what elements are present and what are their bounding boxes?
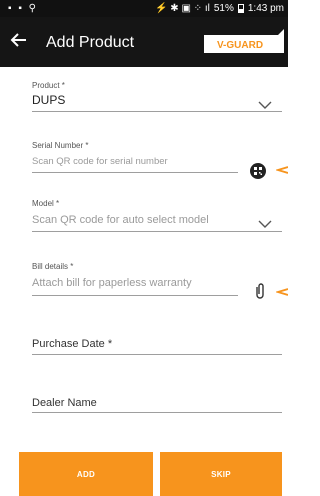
paperclip-icon[interactable]	[254, 283, 270, 299]
dealer-name-underline	[32, 412, 282, 413]
chevron-down-icon[interactable]	[258, 97, 272, 109]
purchase-date-label: Purchase Date *	[32, 338, 113, 350]
action-bar: ADD SKIP	[0, 447, 288, 496]
back-arrow-icon[interactable]	[10, 31, 30, 51]
battery-percent: 51%	[213, 3, 234, 14]
status-time: 1:43 pm	[247, 3, 284, 14]
page-title: Add Product	[46, 34, 135, 51]
purchase-date-field[interactable]: Purchase Date *	[32, 338, 282, 355]
serial-number-input[interactable]: Scan QR code for serial number	[32, 156, 282, 167]
product-field[interactable]: Product * DUPS	[32, 81, 282, 112]
bill-details-field[interactable]: Bill details * Attach bill for paperless…	[32, 262, 282, 297]
product-value: DUPS	[32, 93, 66, 107]
status-indicators: ⚡ ✱ ▣ ⁘ ıl 51% 1:43 pm	[155, 3, 284, 14]
chevron-down-icon[interactable]	[258, 216, 272, 228]
qr-code-icon[interactable]	[250, 163, 266, 179]
model-input[interactable]: Scan QR code for auto select model	[32, 214, 282, 226]
app-bar: Add Product V-GUARD	[0, 17, 288, 67]
purchase-date-underline	[32, 354, 282, 355]
pointer-arrow-icon	[274, 161, 289, 174]
model-field[interactable]: Model * Scan QR code for auto select mod…	[32, 199, 282, 232]
dealer-name-label: Dealer Name	[32, 397, 97, 409]
serial-number-field[interactable]: Serial Number * Scan QR code for serial …	[32, 141, 282, 173]
skip-button[interactable]: SKIP	[160, 452, 282, 496]
dealer-name-field[interactable]: Dealer Name	[32, 397, 282, 413]
add-button[interactable]: ADD	[19, 452, 153, 496]
bill-details-input[interactable]: Attach bill for paperless warranty	[32, 277, 282, 289]
product-label: Product *	[32, 81, 65, 90]
bill-details-underline	[32, 295, 238, 296]
serial-number-label: Serial Number *	[32, 141, 89, 150]
notification-icons: ▪ ▪ ⚲	[8, 3, 38, 14]
model-underline	[32, 231, 282, 232]
model-label: Model *	[32, 199, 60, 208]
svg-text:V-GUARD: V-GUARD	[217, 40, 263, 51]
product-underline	[32, 111, 282, 112]
add-product-form: Product * DUPS Serial Number * Scan QR c…	[0, 67, 289, 447]
signal-icons: ⚡ ✱ ▣ ⁘ ıl	[155, 3, 210, 14]
battery-icon	[237, 4, 244, 13]
status-bar: ▪ ▪ ⚲ ⚡ ✱ ▣ ⁘ ıl 51% 1:43 pm	[0, 0, 288, 17]
brand-logo: V-GUARD	[200, 27, 286, 59]
bill-details-label: Bill details *	[32, 262, 74, 271]
pointer-arrow-icon	[274, 283, 289, 296]
serial-number-underline	[32, 172, 238, 173]
